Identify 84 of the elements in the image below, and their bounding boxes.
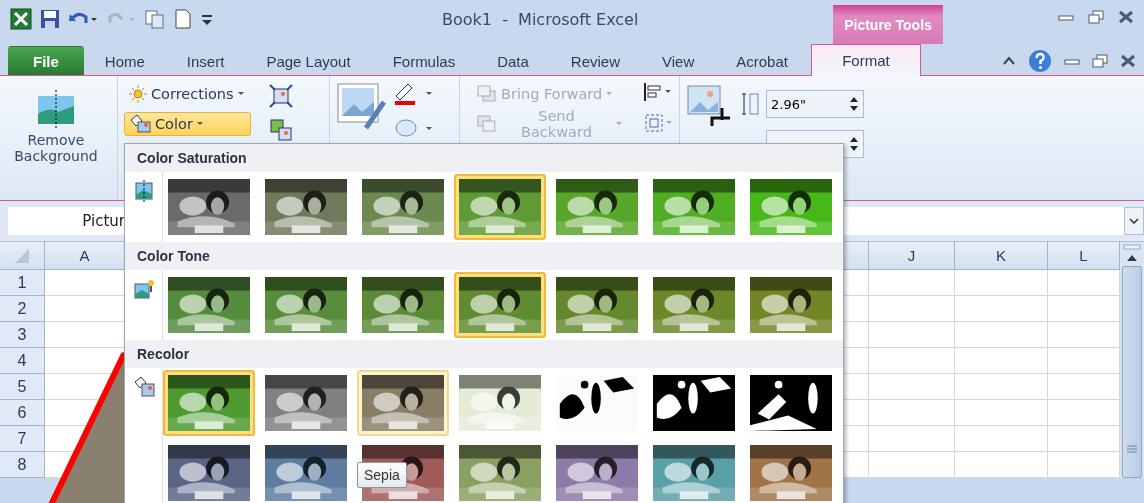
column-header[interactable]: J <box>869 242 955 270</box>
copy-icon[interactable] <box>144 9 166 29</box>
table-cell[interactable] <box>955 270 1048 296</box>
ribbon-tab[interactable]: View <box>641 46 716 75</box>
table-cell[interactable] <box>955 322 1048 348</box>
column-header[interactable]: A <box>45 242 125 270</box>
remove-background-button[interactable]: Remove Background <box>6 82 106 200</box>
height-field[interactable]: 2.96" <box>766 90 864 118</box>
row-header[interactable]: 1 <box>0 270 45 296</box>
window-title: Book1 - Microsoft Excel <box>441 9 640 29</box>
align-icon[interactable] <box>643 82 673 102</box>
table-cell[interactable] <box>955 296 1048 322</box>
corrections-button[interactable]: Corrections <box>124 82 251 106</box>
expand-formula-button[interactable] <box>1124 207 1144 235</box>
help-icon[interactable] <box>1028 48 1052 73</box>
landscape-icon <box>36 88 76 128</box>
table-cell[interactable] <box>869 426 955 452</box>
caret-icon <box>616 122 624 126</box>
scroll-up-icon[interactable] <box>1126 254 1138 262</box>
section-heading: Color Saturation <box>125 144 843 172</box>
table-cell[interactable] <box>955 452 1048 478</box>
new-document-icon[interactable] <box>174 9 192 29</box>
tooltip: Sepia <box>357 462 407 488</box>
spreadsheet-icon[interactable] <box>10 8 32 30</box>
sun-icon <box>129 85 147 103</box>
send-backward-icon <box>477 115 497 133</box>
ribbon-tab[interactable]: Format <box>810 44 921 76</box>
table-cell[interactable] <box>869 400 955 426</box>
crop-icon[interactable] <box>686 82 732 128</box>
table-cell[interactable] <box>869 296 955 322</box>
table-cell[interactable] <box>955 348 1048 374</box>
ribbon-tab[interactable]: Formulas <box>371 46 477 75</box>
restore-icon[interactable] <box>1092 53 1108 68</box>
section-heading: Color Tone <box>125 242 843 270</box>
table-cell[interactable] <box>869 270 955 296</box>
table-cell[interactable] <box>869 374 955 400</box>
close-icon[interactable] <box>1120 53 1136 68</box>
collapse-ribbon-icon[interactable] <box>1002 54 1016 67</box>
saturation-icon <box>132 180 155 202</box>
spinner-icon[interactable] <box>849 95 859 113</box>
table-cell[interactable] <box>869 322 955 348</box>
row-header[interactable]: 2 <box>0 296 45 322</box>
ribbon-tab[interactable]: Acrobat <box>715 46 809 75</box>
table-cell[interactable] <box>869 452 955 478</box>
column-header[interactable]: L <box>1048 242 1120 270</box>
picture-styles-icon[interactable] <box>336 82 386 132</box>
scroll-thumb[interactable] <box>1122 266 1142 478</box>
paint-bucket-icon <box>129 114 151 134</box>
context-tab-label: Picture Tools <box>833 5 943 44</box>
section-heading: Recolor <box>125 340 843 368</box>
table-cell[interactable] <box>955 426 1048 452</box>
table-cell[interactable] <box>955 374 1048 400</box>
table-cell[interactable] <box>869 348 955 374</box>
color-button[interactable]: Color <box>124 112 251 136</box>
change-picture-icon[interactable] <box>268 118 293 142</box>
restore-icon[interactable] <box>1088 10 1104 24</box>
row-header[interactable]: 3 <box>0 322 45 348</box>
column-header[interactable]: K <box>955 242 1048 270</box>
caret-icon <box>606 92 615 96</box>
compress-pictures-icon[interactable] <box>268 84 293 108</box>
ribbon-tab[interactable]: Review <box>549 46 641 75</box>
color-tone-icon <box>132 278 155 300</box>
table-cell[interactable] <box>955 400 1048 426</box>
save-icon[interactable] <box>40 9 60 29</box>
name-box[interactable]: Pictur <box>8 207 125 235</box>
ribbon-tab[interactable]: Data <box>476 46 550 75</box>
ribbon-tab[interactable]: Page Layout <box>245 46 372 75</box>
row-header[interactable]: 8 <box>0 452 45 478</box>
formula-field[interactable] <box>844 207 1124 235</box>
caret-icon <box>196 122 205 126</box>
bring-forward-icon <box>477 85 497 103</box>
row-header[interactable]: 4 <box>0 348 45 374</box>
row-header[interactable]: 7 <box>0 426 45 452</box>
chevron-down-icon <box>1129 218 1139 224</box>
recolor-icon <box>132 376 155 398</box>
spinner-icon[interactable] <box>849 135 859 153</box>
ribbon-tab[interactable]: Home <box>83 46 166 75</box>
row-header[interactable]: 5 <box>0 374 45 400</box>
row-header[interactable]: 6 <box>0 400 45 426</box>
close-icon[interactable] <box>1118 10 1134 24</box>
ribbon-tab[interactable]: Insert <box>165 46 246 75</box>
shape-height-icon <box>740 92 760 116</box>
caret-icon <box>237 92 246 96</box>
file-tab[interactable]: File <box>8 46 84 75</box>
